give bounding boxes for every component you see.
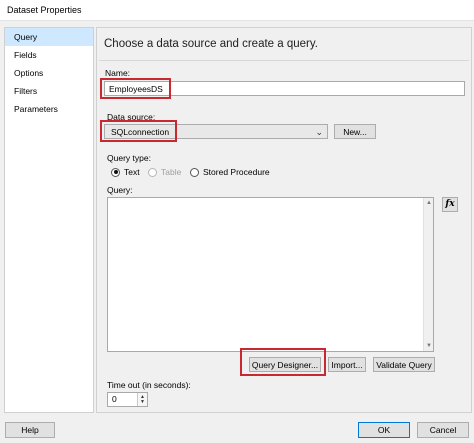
spin-down-icon[interactable]: ▼ bbox=[140, 399, 145, 405]
help-button[interactable]: Help bbox=[5, 422, 55, 438]
validate-query-button[interactable]: Validate Query bbox=[373, 357, 435, 372]
datasource-highlight bbox=[100, 120, 177, 142]
dialog-footer: Help OK Cancel bbox=[0, 414, 474, 443]
cancel-button[interactable]: Cancel bbox=[417, 422, 469, 438]
radio-text[interactable] bbox=[111, 167, 120, 177]
query-type-label: Query type: bbox=[107, 153, 151, 163]
ok-button[interactable]: OK bbox=[358, 422, 410, 438]
query-label: Query: bbox=[107, 185, 133, 195]
expression-button[interactable]: fx bbox=[442, 197, 458, 212]
timeout-spin-buttons[interactable]: ▲ ▼ bbox=[137, 393, 147, 406]
divider bbox=[99, 60, 469, 61]
page-title: Choose a data source and create a query. bbox=[104, 38, 318, 50]
query-type-table: Table bbox=[148, 167, 181, 177]
window-title: Dataset Properties bbox=[7, 5, 82, 15]
sidebar-item-query[interactable]: Query bbox=[5, 28, 93, 46]
radio-table-label: Table bbox=[161, 167, 182, 177]
scroll-up-icon[interactable]: ▲ bbox=[426, 200, 432, 206]
timeout-stepper[interactable]: 0 ▲ ▼ bbox=[107, 392, 148, 407]
sidebar: Query Fields Options Filters Parameters bbox=[4, 27, 94, 413]
query-textarea[interactable]: ▲ ▼ bbox=[107, 197, 434, 352]
new-datasource-button[interactable]: New... bbox=[334, 124, 376, 139]
name-label: Name: bbox=[105, 68, 131, 78]
scroll-down-icon[interactable]: ▼ bbox=[426, 343, 432, 349]
import-button[interactable]: Import... bbox=[328, 357, 366, 372]
sidebar-item-parameters[interactable]: Parameters bbox=[5, 100, 93, 118]
chevron-down-icon: ⌄ bbox=[315, 127, 323, 137]
name-highlight bbox=[100, 78, 171, 99]
sidebar-item-fields[interactable]: Fields bbox=[5, 46, 93, 64]
radio-text-label: Text bbox=[124, 167, 140, 177]
fx-icon: fx bbox=[445, 199, 455, 209]
sidebar-item-options[interactable]: Options bbox=[5, 64, 93, 82]
query-designer-highlight bbox=[240, 348, 326, 376]
radio-table bbox=[148, 167, 157, 177]
title-bar: Dataset Properties bbox=[0, 0, 474, 21]
query-type-text[interactable]: Text bbox=[111, 167, 140, 177]
timeout-value: 0 bbox=[112, 394, 117, 404]
query-scrollbar[interactable]: ▲ ▼ bbox=[423, 198, 433, 351]
radio-stored-procedure[interactable] bbox=[190, 167, 199, 177]
radio-stored-procedure-label: Stored Procedure bbox=[203, 167, 270, 177]
timeout-label: Time out (in seconds): bbox=[107, 380, 191, 390]
sidebar-item-filters[interactable]: Filters bbox=[5, 82, 93, 100]
query-type-stored-procedure[interactable]: Stored Procedure bbox=[190, 167, 270, 177]
